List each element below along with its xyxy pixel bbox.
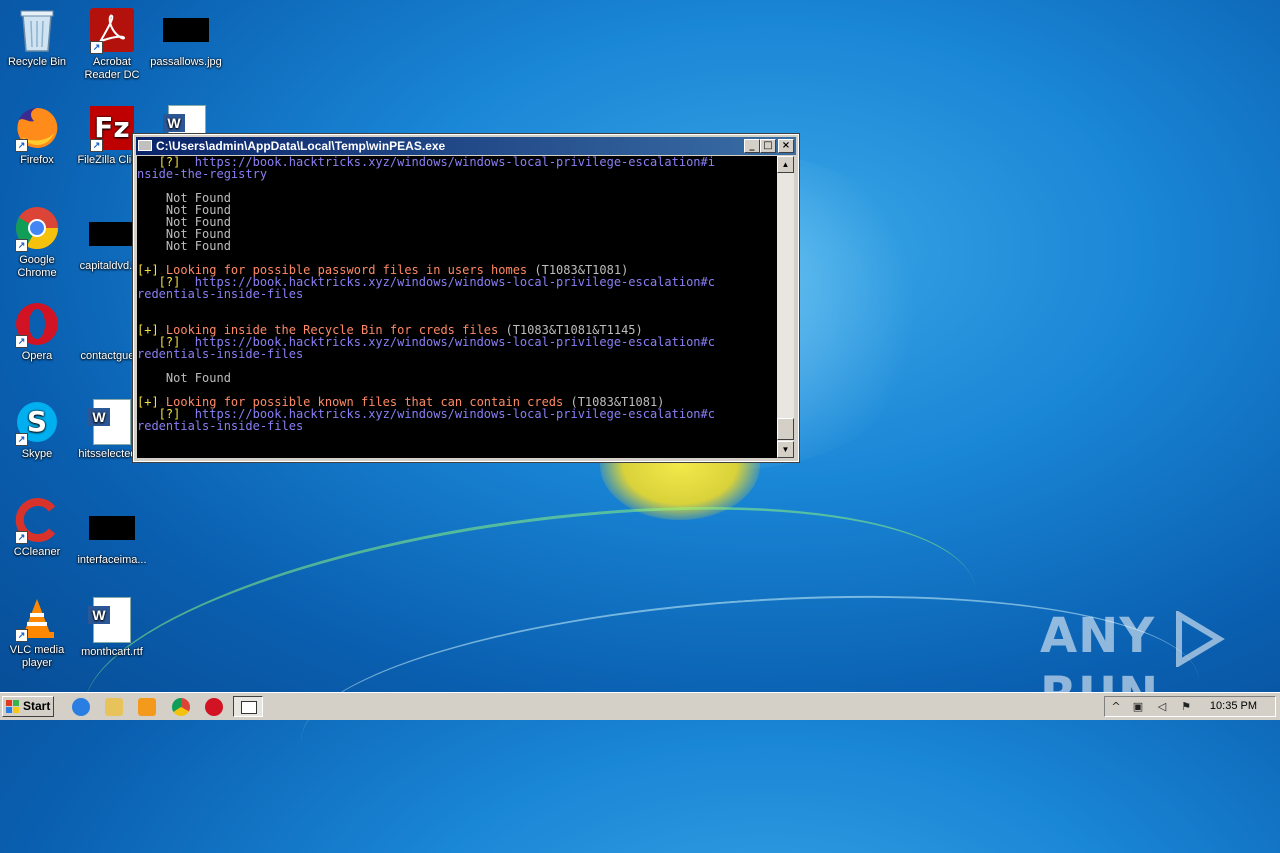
console-line: Not Found — [137, 227, 231, 241]
minimize-button[interactable]: _ — [744, 139, 760, 153]
window-title: C:\Users\admin\AppData\Local\Temp\winPEA… — [156, 139, 446, 153]
media-player-icon[interactable] — [138, 698, 156, 716]
desktop-icon-firefox[interactable]: ↗ Firefox — [0, 104, 74, 167]
desktop-icon-label: monthcart.rtf — [81, 646, 143, 658]
start-button[interactable]: Start — [2, 696, 54, 717]
console-line: redentials-inside-files — [137, 287, 304, 301]
console-line: Not Found — [137, 215, 231, 229]
console-app-icon — [138, 140, 152, 151]
desktop-icon-opera[interactable]: ↗ Opera — [0, 300, 74, 363]
chrome-icon: ↗ — [13, 204, 61, 252]
image-file-icon — [162, 6, 210, 54]
desktop-icon-acrobat[interactable]: ↗ Acrobat Reader DC — [75, 6, 149, 82]
desktop-icon-recycle-bin[interactable]: Recycle Bin — [0, 6, 74, 69]
ccleaner-icon: ↗ — [13, 496, 61, 544]
vlc-cone-icon: ↗ — [13, 594, 61, 642]
play-logo-icon — [1175, 611, 1225, 667]
watermark-text-left: ANY — [1040, 608, 1156, 664]
taskbar-clock[interactable]: 10:35 PM — [1210, 697, 1257, 716]
shortcut-arrow-icon: ↗ — [90, 139, 103, 152]
word-document-icon: W — [88, 596, 136, 644]
desktop-icon-chrome[interactable]: ↗ Google Chrome — [0, 204, 74, 280]
scroll-down-icon[interactable]: ▼ — [777, 441, 794, 458]
chrome-taskbar-icon[interactable] — [172, 698, 190, 716]
volume-icon[interactable]: ◁ — [1155, 700, 1169, 713]
desktop-icon-label: Recycle Bin — [7, 56, 67, 68]
shortcut-arrow-icon: ↗ — [15, 629, 28, 642]
console-line: Not Found — [137, 371, 231, 385]
console-line: Not Found — [137, 203, 231, 217]
maximize-button[interactable]: □ — [760, 139, 776, 153]
console-line: redentials-inside-files — [137, 419, 304, 433]
show-hidden-icons-icon[interactable]: ^ — [1109, 700, 1123, 713]
internet-explorer-icon[interactable] — [72, 698, 90, 716]
word-document-icon: W — [88, 398, 136, 446]
desktop-icon-label: CCleaner — [13, 546, 61, 558]
skype-icon: S ↗ — [13, 398, 61, 446]
firefox-icon: ↗ — [13, 104, 61, 152]
desktop-icon-interfaceima[interactable]: interfaceima... — [75, 504, 149, 567]
console-line: Not Found — [137, 191, 231, 205]
filezilla-icon: Fz ↗ — [88, 104, 136, 152]
desktop-icon-monthcart[interactable]: W monthcart.rtf — [75, 596, 149, 659]
windows-flag-icon — [6, 700, 19, 713]
desktop-icon-ccleaner[interactable]: ↗ CCleaner — [0, 496, 74, 559]
desktop-icon-skype[interactable]: S ↗ Skype — [0, 398, 74, 461]
desktop-icon-label: Skype — [21, 448, 53, 460]
recycle-bin-icon — [13, 6, 61, 54]
action-center-flag-icon[interactable]: ⚑ — [1179, 700, 1193, 713]
console-line: redentials-inside-files — [137, 347, 304, 361]
shortcut-arrow-icon: ↗ — [15, 239, 28, 252]
desktop-icon-label: Google Chrome — [17, 254, 57, 279]
desktop-icon-label: Opera — [21, 350, 53, 362]
desktop-icon-passallows[interactable]: passallows.jpg — [149, 6, 223, 69]
console-window-icon — [241, 701, 257, 714]
desktop-icon-label: passallows.jpg — [150, 56, 222, 68]
shortcut-arrow-icon: ↗ — [15, 335, 28, 348]
vertical-scrollbar[interactable]: ▲ ▼ — [777, 156, 794, 458]
shortcut-arrow-icon: ↗ — [90, 41, 103, 54]
desktop-icon-vlc[interactable]: ↗ VLC media player — [0, 594, 74, 670]
desktop-icon-label: Acrobat Reader DC — [84, 56, 140, 81]
network-icon[interactable]: ▣ — [1131, 700, 1145, 713]
shortcut-arrow-icon: ↗ — [15, 139, 28, 152]
window-titlebar[interactable]: C:\Users\admin\AppData\Local\Temp\winPEA… — [136, 137, 796, 155]
taskbar-console-button[interactable] — [233, 696, 263, 717]
close-button[interactable]: × — [778, 139, 794, 153]
console-line: Not Found — [137, 239, 231, 253]
desktop-icon-label: Firefox — [20, 154, 54, 166]
image-file-icon — [88, 504, 136, 552]
file-icon — [88, 300, 136, 348]
scroll-thumb[interactable] — [777, 418, 794, 440]
desktop-icon-label: interfaceima... — [77, 554, 147, 566]
shortcut-arrow-icon: ↗ — [15, 531, 28, 544]
console-output[interactable]: [?] https://book.hacktricks.xyz/windows/… — [137, 156, 777, 458]
shortcut-arrow-icon: ↗ — [15, 433, 28, 446]
folder-icon[interactable] — [105, 698, 123, 716]
console-window[interactable]: C:\Users\admin\AppData\Local\Temp\winPEA… — [133, 134, 799, 462]
opera-taskbar-icon[interactable] — [205, 698, 223, 716]
desktop-icon-label: VLC media player — [9, 644, 65, 669]
taskbar: Start ^ ▣ ◁ ⚑ 10:35 PM — [0, 692, 1280, 720]
system-tray: ^ ▣ ◁ ⚑ 10:35 PM — [1104, 696, 1276, 717]
opera-icon: ↗ — [13, 300, 61, 348]
file-icon — [88, 210, 136, 258]
start-label: Start — [23, 699, 51, 713]
console-line: nside-the-registry — [137, 167, 268, 181]
scroll-up-icon[interactable]: ▲ — [777, 156, 794, 173]
acrobat-icon: ↗ — [88, 6, 136, 54]
